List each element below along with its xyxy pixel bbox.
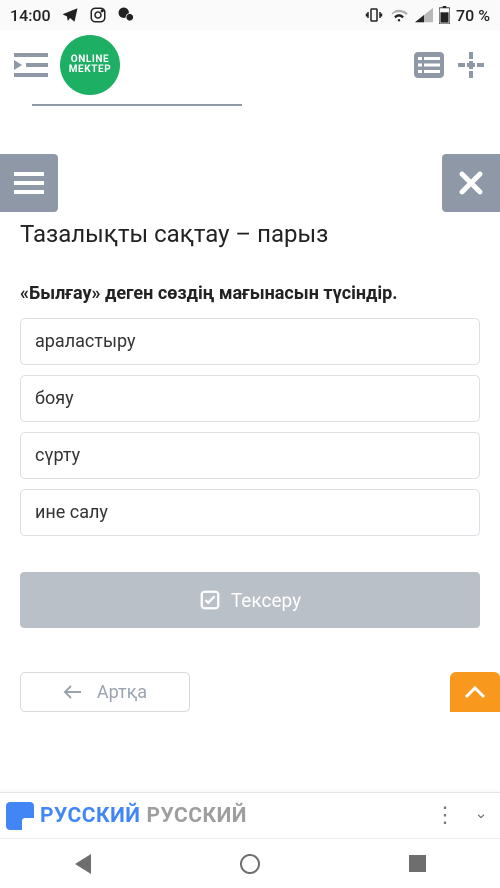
battery-icon bbox=[439, 6, 450, 24]
back-button[interactable]: Артқа bbox=[20, 672, 190, 712]
wifi-icon bbox=[389, 7, 409, 23]
globe-icon[interactable] bbox=[456, 50, 486, 80]
status-right: 70 % bbox=[365, 6, 490, 25]
android-status-bar: 14:00 70 % bbox=[0, 0, 500, 30]
battery-percent: 70 % bbox=[456, 6, 490, 25]
chevron-down-icon[interactable] bbox=[468, 803, 494, 829]
close-button[interactable] bbox=[442, 154, 500, 212]
android-nav-bar bbox=[0, 838, 500, 888]
lesson-toolbar bbox=[0, 154, 500, 212]
hamburger-icon bbox=[14, 171, 44, 195]
google-translate-bar[interactable]: РУССКИЙ РУССКИЙ ⋮ bbox=[0, 792, 500, 838]
vibrate-icon bbox=[365, 6, 383, 24]
signal-icon bbox=[415, 7, 433, 23]
status-left: 14:00 bbox=[10, 6, 135, 25]
instagram-icon bbox=[89, 6, 107, 24]
translate-lang-target[interactable]: РУССКИЙ bbox=[147, 804, 248, 828]
check-label: Тексеру bbox=[231, 589, 301, 612]
online-mektep-logo[interactable]: ONLINE MEKTEP bbox=[60, 35, 120, 95]
arrow-left-icon bbox=[63, 684, 83, 700]
scroll-top-button[interactable] bbox=[450, 672, 500, 712]
check-icon bbox=[199, 589, 221, 611]
lesson-title: Тазалықты сақтау – парыз bbox=[20, 220, 480, 248]
close-icon bbox=[458, 170, 484, 196]
chat-icon bbox=[117, 6, 135, 24]
status-time: 14:00 bbox=[10, 6, 51, 25]
answer-option[interactable]: араластыру bbox=[20, 318, 480, 365]
check-button[interactable]: Тексеру bbox=[20, 572, 480, 628]
answer-option[interactable]: сүрту bbox=[20, 432, 480, 479]
app-header: ONLINE MEKTEP bbox=[0, 30, 500, 100]
menu-indent-icon[interactable] bbox=[14, 51, 48, 79]
back-label: Артқа bbox=[97, 682, 147, 703]
android-home-button[interactable] bbox=[240, 854, 260, 874]
google-translate-icon bbox=[6, 802, 34, 830]
list-icon[interactable] bbox=[414, 52, 444, 78]
answer-option[interactable]: ине салу bbox=[20, 489, 480, 536]
answer-option[interactable]: бояу bbox=[20, 375, 480, 422]
logo-line2: MEKTEP bbox=[69, 65, 112, 76]
chevron-up-icon bbox=[464, 685, 486, 699]
kebab-icon[interactable]: ⋮ bbox=[428, 803, 462, 828]
hamburger-button[interactable] bbox=[0, 154, 58, 212]
answer-options: араластыру бояу сүрту ине салу bbox=[20, 318, 480, 536]
translate-lang-source[interactable]: РУССКИЙ bbox=[40, 804, 141, 828]
android-back-button[interactable] bbox=[75, 854, 91, 874]
telegram-icon bbox=[61, 6, 79, 24]
question-text: «Былғау» деген сөздің мағынасын түсіндір… bbox=[20, 282, 480, 306]
android-recents-button[interactable] bbox=[409, 855, 426, 872]
